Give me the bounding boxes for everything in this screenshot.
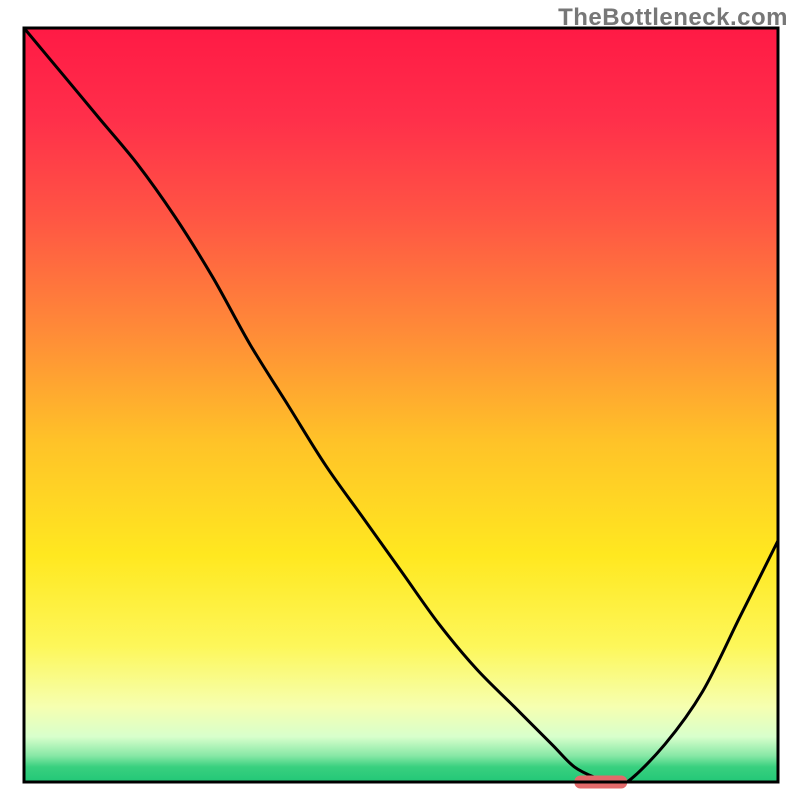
bottleneck-chart — [0, 0, 800, 800]
chart-container: TheBottleneck.com — [0, 0, 800, 800]
plot-background — [24, 28, 778, 782]
watermark-text: TheBottleneck.com — [558, 4, 788, 32]
